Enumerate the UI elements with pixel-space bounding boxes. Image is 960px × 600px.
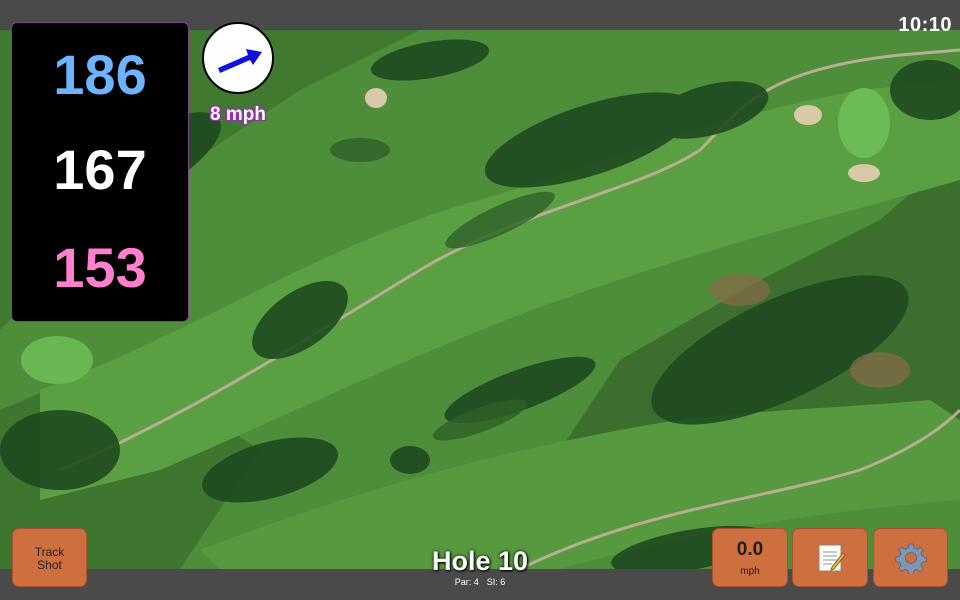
gear-icon — [895, 543, 927, 574]
hole-title: Hole 10 — [431, 546, 529, 576]
track-shot-label-line2: Shot — [37, 558, 62, 572]
clock: 10:10 — [898, 14, 952, 36]
speed-unit: mph — [740, 566, 760, 577]
track-shot-button[interactable]: Track Shot — [12, 528, 87, 587]
wind-speed: 8 mph — [210, 104, 266, 125]
speed-button[interactable]: 0.0 mph — [712, 528, 788, 587]
distance-panel: 186 167 153 — [11, 22, 189, 322]
distance-center: 167 — [53, 138, 147, 201]
notepad-icon — [818, 544, 846, 572]
wind-arrow-icon — [218, 49, 262, 73]
track-shot-label: Track Shot — [13, 546, 86, 572]
speed-value: 0.0 — [736, 539, 764, 560]
settings-button[interactable] — [873, 528, 948, 587]
distance-back: 186 — [53, 43, 147, 106]
wind-direction-dial — [202, 22, 274, 94]
hole-stroke-index: SI: 6 — [486, 577, 506, 587]
distance-front: 153 — [53, 236, 147, 299]
notes-button[interactable] — [792, 528, 868, 587]
hole-par: Par: 4 — [454, 577, 479, 587]
track-shot-label-line1: Track — [34, 545, 65, 559]
hole-info: Par: 4 SI: 6 — [380, 577, 580, 587]
